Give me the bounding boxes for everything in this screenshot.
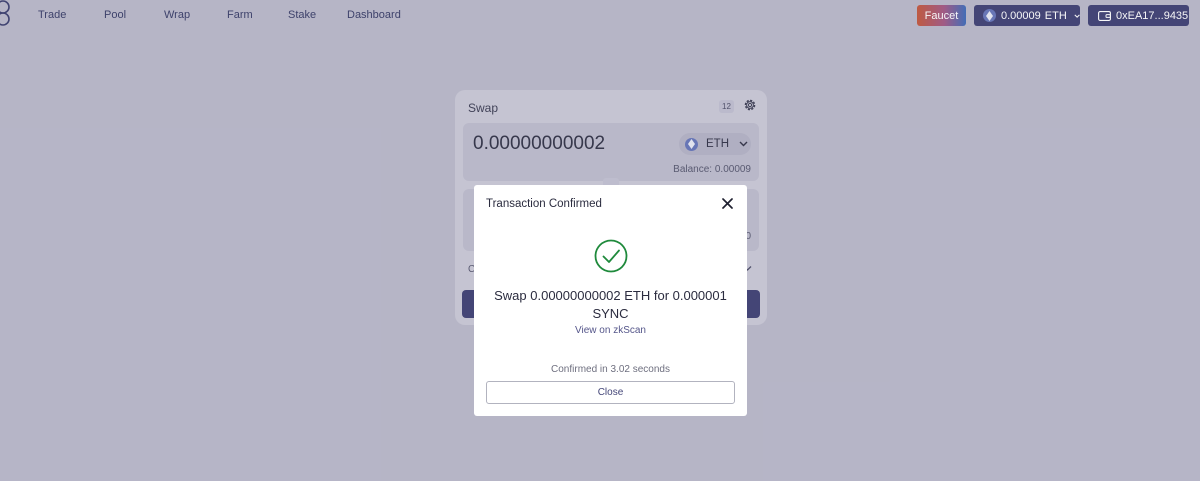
swap-summary-message: Swap 0.00000000002 ETH for 0.000001 SYNC (494, 288, 727, 321)
view-on-zkscan-link[interactable]: View on zkScan (474, 325, 747, 336)
close-button[interactable]: Close (486, 381, 735, 404)
modal-title: Transaction Confirmed (486, 198, 602, 210)
close-icon[interactable] (722, 198, 733, 209)
close-button-label: Close (597, 387, 624, 398)
confirmation-time-text: Confirmed in 3.02 seconds (551, 364, 670, 375)
check-circle-icon (594, 239, 628, 273)
transaction-confirmed-modal: Transaction Confirmed Swap 0.00000000002… (474, 185, 747, 416)
